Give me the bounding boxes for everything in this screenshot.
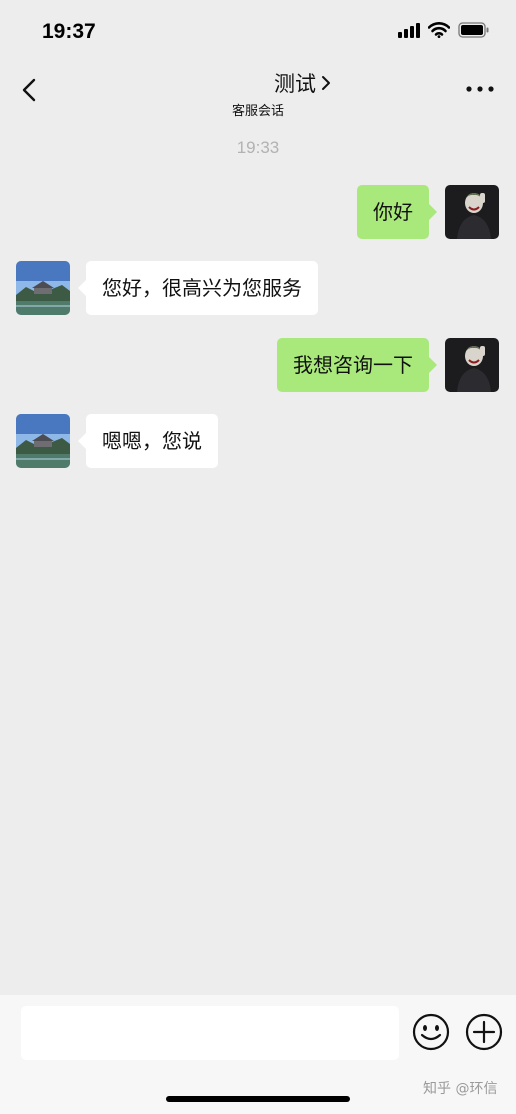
service-avatar[interactable] <box>16 414 70 468</box>
wifi-icon <box>428 22 450 38</box>
outgoing-message-bubble[interactable]: 你好 <box>357 185 437 239</box>
outgoing-message-bubble[interactable]: 我想咨询一下 <box>277 338 437 392</box>
cellular-signal-icon <box>398 22 420 38</box>
user-avatar[interactable] <box>445 185 499 239</box>
battery-icon <box>458 22 489 38</box>
more-dots-icon[interactable] <box>466 84 494 94</box>
input-bar: 知乎 @环信 <box>0 995 516 1114</box>
service-avatar-image <box>16 261 70 315</box>
incoming-message-bubble[interactable]: 嗯嗯，您说 <box>78 414 218 468</box>
chevron-right-icon <box>322 76 330 90</box>
page-subtitle: 客服会话 <box>231 104 284 119</box>
user-avatar-image <box>445 185 499 239</box>
message-timestamp: 19:33 <box>236 138 280 157</box>
user-avatar-image <box>445 338 499 392</box>
status-icons <box>398 22 490 38</box>
watermark: 知乎 @环信 <box>423 1081 498 1097</box>
status-time: 19:37 <box>42 20 96 43</box>
incoming-message-bubble[interactable]: 您好，很高兴为您服务 <box>78 261 318 315</box>
home-indicator <box>166 1096 350 1102</box>
service-avatar[interactable] <box>16 261 70 315</box>
nav-title-row[interactable]: 测试 <box>184 68 332 98</box>
emoji-icon[interactable] <box>411 1012 451 1052</box>
nav-bar: 测试 客服会话 <box>0 60 516 122</box>
plus-circle-icon[interactable] <box>464 1012 504 1052</box>
page-title: 测试 <box>274 72 316 96</box>
message-input[interactable] <box>21 1006 399 1060</box>
user-avatar[interactable] <box>445 338 499 392</box>
service-avatar-image <box>16 414 70 468</box>
nav-title-area[interactable]: 测试 客服会话 <box>0 68 516 119</box>
status-bar: 19:37 <box>0 0 516 60</box>
